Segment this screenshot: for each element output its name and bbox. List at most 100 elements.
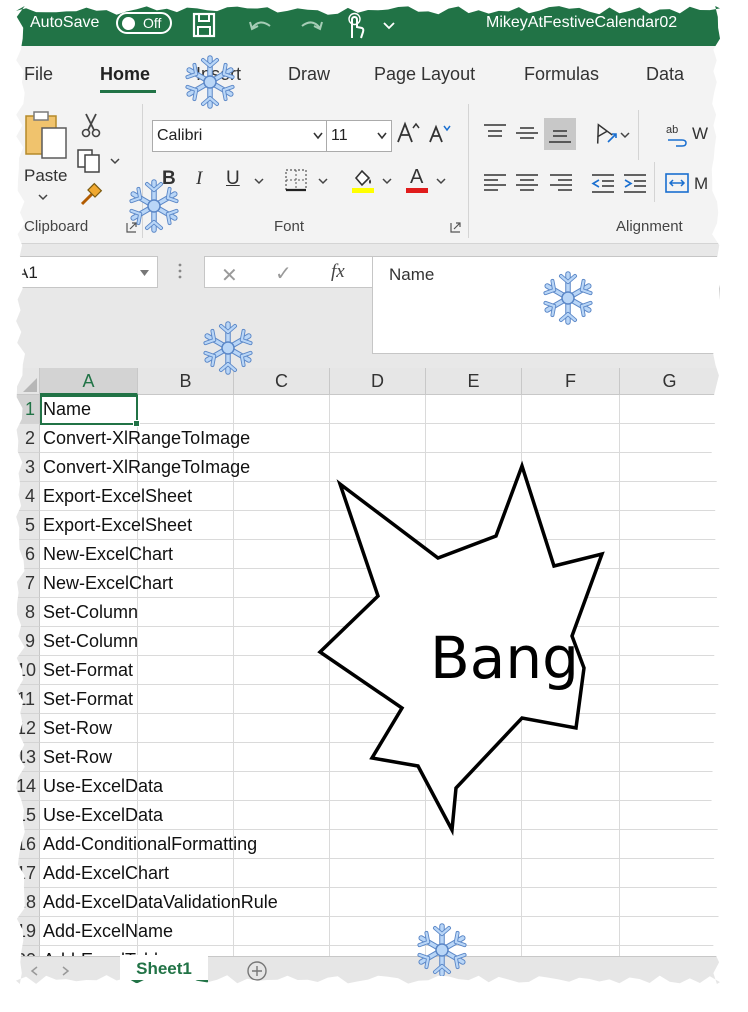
italic-button[interactable]: I	[196, 168, 202, 190]
cell-a5[interactable]: Export-ExcelSheet	[43, 511, 192, 540]
row-header[interactable]: 13	[16, 743, 40, 772]
paste-label[interactable]: Paste	[24, 166, 67, 186]
cell-a15[interactable]: Use-ExcelData	[43, 801, 163, 830]
merge-center-label[interactable]: M	[694, 174, 708, 194]
wrap-text-icon[interactable]: ab	[666, 122, 688, 148]
underline-dropdown-icon[interactable]	[254, 178, 264, 185]
active-cell[interactable]	[40, 395, 138, 425]
fill-handle[interactable]	[133, 420, 140, 427]
cut-icon[interactable]	[80, 112, 102, 138]
tab-formulas[interactable]: Formulas	[524, 64, 599, 85]
column-header-e[interactable]: E	[426, 368, 522, 395]
cell-a9[interactable]: Set-Column	[43, 627, 138, 656]
copy-icon[interactable]	[76, 148, 104, 174]
increase-font-size-icon[interactable]	[396, 120, 420, 144]
cell-a17[interactable]: Add-ExcelChart	[43, 859, 169, 888]
row-header[interactable]: 8	[16, 598, 40, 627]
cell-a2[interactable]: Convert-XlRangeToImage	[43, 424, 250, 453]
row-header[interactable]: 1	[16, 395, 40, 424]
cell-a4[interactable]: Export-ExcelSheet	[43, 482, 192, 511]
undo-icon[interactable]	[246, 16, 274, 36]
tab-draw[interactable]: Draw	[288, 64, 330, 85]
save-icon[interactable]	[192, 12, 216, 38]
customize-toolbar-icon[interactable]	[382, 18, 396, 32]
align-right-icon[interactable]	[548, 172, 574, 194]
row-header[interactable]: 12	[16, 714, 40, 743]
font-launcher-icon[interactable]	[450, 222, 461, 233]
column-header-g[interactable]: G	[620, 368, 720, 395]
orientation-icon[interactable]	[590, 120, 618, 146]
paste-dropdown-icon[interactable]	[38, 194, 48, 201]
row-header[interactable]: 9	[16, 627, 40, 656]
row-header[interactable]: 17	[16, 859, 40, 888]
copy-dropdown-icon[interactable]	[110, 158, 120, 165]
tab-page-layout[interactable]: Page Layout	[374, 64, 475, 85]
wrap-text-label[interactable]: W	[692, 124, 708, 144]
column-header-a[interactable]: A	[40, 368, 138, 395]
row-header[interactable]: 16	[16, 830, 40, 859]
middle-align-icon[interactable]	[514, 122, 540, 144]
scroll-right-icon[interactable]	[60, 966, 70, 976]
insert-function-icon[interactable]: fx	[331, 261, 345, 283]
font-color-button[interactable]: A	[404, 166, 430, 194]
row-header[interactable]: 5	[16, 511, 40, 540]
cell-a3[interactable]: Convert-XlRangeToImage	[43, 453, 250, 482]
row-header[interactable]: 6	[16, 540, 40, 569]
tab-home[interactable]: Home	[100, 64, 150, 85]
paste-icon[interactable]	[24, 110, 70, 160]
decrease-indent-icon[interactable]	[590, 172, 616, 194]
row-header[interactable]: 10	[16, 656, 40, 685]
cell-a18[interactable]: Add-ExcelDataValidationRule	[43, 888, 278, 917]
bottom-align-button[interactable]	[544, 118, 576, 150]
select-all-button[interactable]	[16, 368, 40, 395]
align-left-icon[interactable]	[482, 172, 508, 194]
tab-data[interactable]: Data	[646, 64, 684, 85]
column-header-d[interactable]: D	[330, 368, 426, 395]
font-name-select[interactable]: Calibri	[152, 120, 328, 152]
drag-handle-icon[interactable]	[178, 262, 182, 280]
cancel-icon[interactable]: ✕	[221, 263, 238, 288]
row-header[interactable]: 4	[16, 482, 40, 511]
borders-icon[interactable]	[284, 168, 308, 192]
redo-icon[interactable]	[298, 16, 326, 36]
sheet-tab-sheet1[interactable]: Sheet1	[120, 955, 208, 983]
font-size-select[interactable]: 11	[326, 120, 392, 152]
font-color-dropdown-icon[interactable]	[436, 178, 446, 185]
name-box[interactable]: A1	[16, 256, 158, 288]
add-sheet-icon[interactable]	[246, 960, 268, 982]
cell-a16[interactable]: Add-ConditionalFormatting	[43, 830, 257, 859]
touch-mode-icon[interactable]	[344, 12, 366, 40]
row-header[interactable]: 18	[16, 888, 40, 917]
top-align-icon[interactable]	[482, 122, 508, 144]
tab-file[interactable]: File	[24, 64, 53, 85]
column-header-f[interactable]: F	[522, 368, 620, 395]
cell-a7[interactable]: New-ExcelChart	[43, 569, 173, 598]
borders-dropdown-icon[interactable]	[318, 178, 328, 185]
cell-a12[interactable]: Set-Row	[43, 714, 112, 743]
cell-a11[interactable]: Set-Format	[43, 685, 133, 714]
increase-indent-icon[interactable]	[622, 172, 648, 194]
decrease-font-size-icon[interactable]	[428, 122, 452, 144]
merge-center-icon[interactable]	[664, 172, 690, 194]
cell-a8[interactable]: Set-Column	[43, 598, 138, 627]
row-header[interactable]: 2	[16, 424, 40, 453]
autosave-toggle[interactable]: Off	[116, 12, 172, 34]
fill-color-icon[interactable]	[350, 166, 376, 194]
row-header[interactable]: 19	[16, 917, 40, 946]
scroll-left-icon[interactable]	[30, 966, 40, 976]
cell-a13[interactable]: Set-Row	[43, 743, 112, 772]
row-header[interactable]: 14	[16, 772, 40, 801]
row-header[interactable]: 15	[16, 801, 40, 830]
fill-color-dropdown-icon[interactable]	[382, 178, 392, 185]
format-painter-icon[interactable]	[78, 182, 104, 208]
cell-a6[interactable]: New-ExcelChart	[43, 540, 173, 569]
align-center-icon[interactable]	[514, 172, 540, 194]
row-header[interactable]: 3	[16, 453, 40, 482]
orientation-dropdown-icon[interactable]	[620, 132, 630, 139]
row-header[interactable]: 7	[16, 569, 40, 598]
cell-a19[interactable]: Add-ExcelName	[43, 917, 173, 946]
enter-icon[interactable]: ✓	[275, 261, 292, 286]
underline-button[interactable]: U	[226, 168, 240, 190]
cell-a14[interactable]: Use-ExcelData	[43, 772, 163, 801]
cell-a10[interactable]: Set-Format	[43, 656, 133, 685]
